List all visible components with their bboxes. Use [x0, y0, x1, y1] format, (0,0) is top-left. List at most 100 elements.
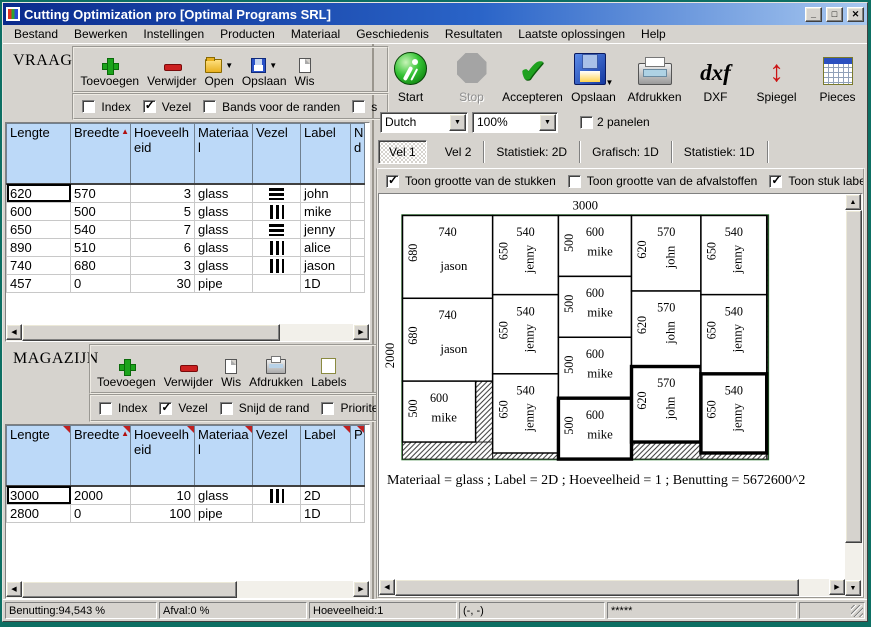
table-cell[interactable]: pipe: [194, 273, 253, 293]
chevron-down-icon[interactable]: ▼: [449, 113, 466, 131]
opslaan-button[interactable]: ▼ Opslaan: [242, 58, 287, 88]
table-row[interactable]: 650 540 7 glass jenny: [6, 219, 365, 239]
afdrukken-button[interactable]: Afdrukken: [624, 55, 685, 104]
table-row[interactable]: 457 0 30 pipe 1D: [6, 273, 365, 293]
table-cell[interactable]: glass: [194, 255, 253, 275]
canvas-vscrollbar[interactable]: ▲ ▼: [845, 194, 862, 596]
table-cell[interactable]: pipe: [194, 503, 253, 523]
table-cell[interactable]: 3: [130, 183, 195, 203]
column-header-breedte[interactable]: Breedte ▲: [70, 425, 131, 486]
table-cell[interactable]: [350, 219, 365, 239]
vraag-checkbox-vezel[interactable]: [142, 98, 156, 113]
table-cell[interactable]: [350, 503, 365, 523]
language-select[interactable]: Dutch ▼: [380, 111, 468, 133]
table-row[interactable]: 740 680 3 glass jason: [6, 255, 365, 275]
scroll-left-icon[interactable]: ◀: [6, 581, 22, 597]
scroll-track[interactable]: [22, 324, 353, 341]
table-row[interactable]: 2800 0 100 pipe 1D: [6, 503, 365, 523]
table-cell[interactable]: 740: [6, 255, 71, 275]
canvas-hscrollbar[interactable]: ◀ ▶: [379, 579, 845, 596]
scroll-left-icon[interactable]: ◀: [6, 324, 22, 340]
scroll-right-icon[interactable]: ▶: [353, 581, 369, 597]
table-cell[interactable]: 7: [130, 219, 195, 239]
table-cell[interactable]: jenny: [300, 219, 351, 239]
table-row[interactable]: 600 500 5 glass mike: [6, 201, 365, 221]
table-cell[interactable]: 510: [70, 237, 131, 257]
scroll-up-icon[interactable]: ▲: [845, 194, 861, 210]
magazijn-checkbox-snijd-de-rand[interactable]: [219, 401, 233, 415]
table-cell[interactable]: jason: [300, 255, 351, 275]
table-cell[interactable]: [252, 237, 301, 257]
menu-item-instellingen[interactable]: Instellingen: [136, 25, 211, 43]
table-cell[interactable]: [252, 503, 301, 523]
view-checkbox-toon-grootte-van-de-afvalstoffen[interactable]: [567, 174, 581, 188]
wis-button[interactable]: Wis: [221, 359, 241, 389]
minimize-button[interactable]: _: [805, 6, 822, 22]
table-cell[interactable]: 10: [130, 485, 195, 505]
verwijder-button[interactable]: Verwijder: [147, 58, 196, 88]
table-cell[interactable]: 6: [130, 237, 195, 257]
accepteren-button[interactable]: Accepteren: [502, 56, 563, 104]
table-cell[interactable]: 570: [70, 183, 131, 203]
table-cell[interactable]: 100: [130, 503, 195, 523]
table-cell[interactable]: 600: [6, 201, 71, 221]
magazijn-checkbox-prioriteit[interactable]: [321, 401, 335, 415]
titlebar[interactable]: Cutting Optimization pro [Optimal Progra…: [3, 3, 867, 25]
table-cell[interactable]: glass: [194, 237, 253, 257]
two-panels-checkbox[interactable]: [580, 115, 593, 129]
table-cell[interactable]: 680: [70, 255, 131, 275]
labels-button[interactable]: Labels: [311, 358, 346, 389]
column-header-p[interactable]: P: [350, 425, 365, 486]
menu-item-resultaten[interactable]: Resultaten: [438, 25, 509, 43]
wis-button[interactable]: Wis: [295, 58, 315, 88]
table-cell[interactable]: [350, 485, 365, 505]
table-cell[interactable]: [252, 255, 301, 275]
table-cell[interactable]: john: [300, 183, 351, 203]
tab-grafisch-1d[interactable]: Grafisch: 1D: [580, 141, 672, 163]
pieces-button[interactable]: Pieces: [807, 57, 867, 104]
tab-statistiek-2d[interactable]: Statistiek: 2D: [484, 141, 581, 163]
table-cell[interactable]: [252, 485, 301, 505]
chevron-down-icon[interactable]: ▼: [539, 113, 556, 131]
table-cell[interactable]: glass: [194, 183, 253, 203]
table-row[interactable]: 890 510 6 glass alice: [6, 237, 365, 257]
table-row[interactable]: 620 570 3 glass john: [6, 183, 365, 203]
column-header-breedte[interactable]: Breedte ▲: [70, 123, 131, 184]
table-cell[interactable]: 0: [70, 273, 131, 293]
spiegel-button[interactable]: Spiegel: [746, 56, 807, 104]
table-cell[interactable]: [350, 273, 365, 293]
column-header-materiaal[interactable]: Materiaal: [194, 425, 253, 486]
dxf-button[interactable]: DXF: [685, 58, 746, 104]
scroll-thumb[interactable]: [845, 210, 862, 543]
scroll-right-icon[interactable]: ▶: [353, 324, 369, 340]
table-cell[interactable]: 5: [130, 201, 195, 221]
table-cell[interactable]: 2800: [6, 503, 71, 523]
start-button[interactable]: Start: [380, 52, 441, 104]
table-cell[interactable]: [350, 237, 365, 257]
table-cell[interactable]: 3: [130, 255, 195, 275]
column-header-materiaal[interactable]: Materiaal: [194, 123, 253, 184]
open-button[interactable]: ▼ Open: [204, 57, 234, 88]
menu-item-bestand[interactable]: Bestand: [7, 25, 65, 43]
table-cell[interactable]: glass: [194, 219, 253, 239]
zoom-select[interactable]: 100% ▼: [472, 111, 558, 133]
table-cell[interactable]: 30: [130, 273, 195, 293]
menu-item-geschiedenis[interactable]: Geschiedenis: [349, 25, 436, 43]
dropdown-caret-icon[interactable]: ▼: [225, 61, 233, 70]
column-header-label[interactable]: Label: [300, 123, 351, 184]
resize-grip[interactable]: [799, 602, 865, 619]
maximize-button[interactable]: □: [826, 6, 843, 22]
table-row[interactable]: 3000 2000 10 glass 2D: [6, 485, 365, 505]
column-header-label[interactable]: Label: [300, 425, 351, 486]
tab-vel-1[interactable]: Vel 1: [378, 140, 427, 164]
scroll-thumb[interactable]: [22, 581, 238, 598]
table-cell[interactable]: [350, 255, 365, 275]
table-cell[interactable]: 650: [6, 219, 71, 239]
magazijn-checkbox-vezel[interactable]: [159, 400, 173, 415]
table-cell[interactable]: 890: [6, 237, 71, 257]
vraag-checkbox-bands-voor-de-randen[interactable]: [203, 100, 217, 113]
table-cell[interactable]: [252, 219, 301, 239]
dropdown-caret-icon[interactable]: ▼: [606, 78, 614, 87]
scroll-track[interactable]: [395, 579, 829, 596]
column-header-vezel[interactable]: Vezel: [252, 425, 301, 486]
